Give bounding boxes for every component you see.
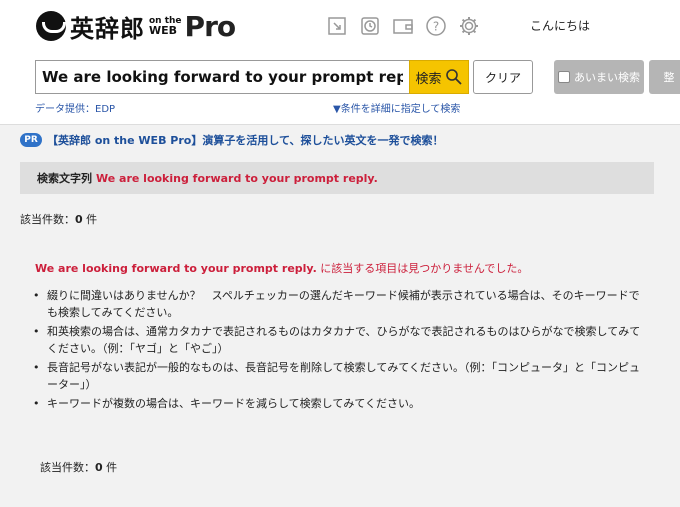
history-icon[interactable] — [359, 15, 381, 37]
search-bar: 検索 — [35, 60, 469, 94]
fuzzy-search-toggle[interactable]: あいまい検索 — [554, 60, 644, 94]
search-input[interactable] — [35, 60, 409, 94]
toolbar-icons: ? — [326, 15, 480, 37]
query-label: 検索文字列 — [37, 172, 92, 185]
logo-web: WEB — [149, 24, 178, 37]
result-count-label: 該当件数： — [20, 213, 75, 226]
query-summary-bar: 検索文字列 We are looking forward to your pro… — [20, 162, 654, 194]
not-found-message: We are looking forward to your prompt re… — [35, 260, 528, 276]
svg-text:?: ? — [433, 20, 439, 34]
promo-link[interactable]: 【英辞郎 on the WEB Pro】演算子を活用して、探したい英文を一発で検… — [47, 132, 443, 148]
result-count-unit: 件 — [106, 461, 118, 474]
result-count-value: 0 — [95, 461, 103, 474]
result-count-bottom: 該当件数：0 件 — [40, 459, 117, 475]
result-count-top: 該当件数：0 件 — [20, 211, 97, 227]
result-count-unit: 件 — [86, 213, 98, 226]
wallet-icon[interactable] — [392, 15, 414, 37]
search-button[interactable]: 検索 — [409, 60, 469, 94]
search-tips-list: 綴りに間違いはありませんか？ スペルチェッカーの選んだキーワード候補が表示されて… — [33, 287, 643, 414]
screen-capture-icon[interactable] — [326, 15, 348, 37]
promo-row: PR 【英辞郎 on the WEB Pro】演算子を活用して、探したい英文を一… — [20, 132, 443, 148]
help-icon[interactable]: ? — [425, 15, 447, 37]
not-found-text: に該当する項目は見つかりませんでした。 — [320, 262, 529, 275]
search-tip: 和英検索の場合は、通常カタカナで表記されるものはカタカナで、ひらがなで表記される… — [33, 323, 643, 357]
logo-mark-icon — [36, 11, 66, 41]
search-tip: 綴りに間違いはありませんか？ スペルチェッカーの選んだキーワード候補が表示されて… — [33, 287, 643, 321]
not-found-query: We are looking forward to your prompt re… — [35, 262, 317, 275]
greeting-text: こんにちは — [530, 19, 591, 33]
logo-main-text: 英辞郎 — [70, 14, 145, 43]
result-count-value: 0 — [75, 213, 83, 226]
search-tip: 長音記号がない表記が一般的なものは、長音記号を削除して検索してみてください。（例… — [33, 359, 643, 393]
data-provider-text: データ提供：EDP — [35, 104, 116, 115]
logo-subtext: on the WEB — [149, 16, 182, 36]
clear-button[interactable]: クリア — [473, 60, 533, 94]
search-icon — [445, 69, 462, 85]
page-header: 英辞郎 on the WEB Pro ? こんにちは 検索 クリア — [0, 0, 680, 124]
fuzzy-search-label: あいまい検索 — [574, 71, 640, 84]
query-value: We are looking forward to your prompt re… — [96, 171, 378, 185]
eijiro-logo[interactable]: 英辞郎 on the WEB Pro — [36, 9, 237, 43]
extra-button[interactable]: 整 — [649, 60, 680, 94]
settings-icon[interactable] — [458, 15, 480, 37]
pr-badge: PR — [20, 133, 42, 147]
fuzzy-checkbox-icon[interactable] — [558, 71, 570, 83]
results-area: PR 【英辞郎 on the WEB Pro】演算子を活用して、探したい英文を一… — [0, 124, 680, 507]
search-button-label: 検索 — [415, 71, 442, 87]
advanced-search-link[interactable]: ▼条件を詳細に指定して検索 — [333, 100, 460, 115]
search-tip: キーワードが複数の場合は、キーワードを減らして検索してみてください。 — [33, 395, 643, 412]
logo-pro: Pro — [184, 9, 237, 43]
result-count-label: 該当件数： — [40, 461, 95, 474]
